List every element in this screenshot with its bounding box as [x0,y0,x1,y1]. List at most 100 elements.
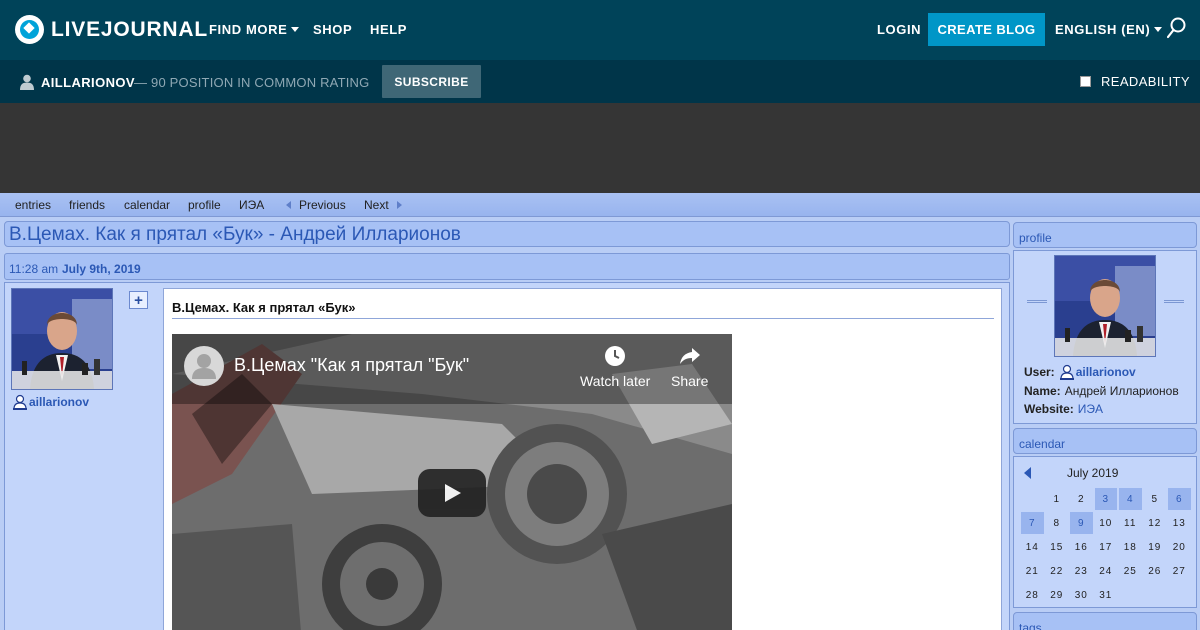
calendar-day[interactable]: 7 [1021,512,1044,534]
calendar-day: 20 [1172,541,1186,553]
entry-title-bar: В.Цемах. Как я прятал «Бук» - Андрей Илл… [4,221,1010,247]
divider [172,318,994,319]
calendar-empty-cell [1021,488,1044,510]
calendar-day: 29 [1050,589,1064,601]
calendar-day: 1 [1053,493,1061,505]
subscribe-button[interactable]: SUBSCRIBE [382,65,481,98]
readability-label: READABILITY [1101,74,1190,89]
calendar-day: 28 [1025,589,1039,601]
share-button[interactable]: Share [671,344,708,389]
calendar-day: 25 [1123,565,1137,577]
watch-later-button[interactable]: Watch later [580,344,650,389]
calendar-day[interactable]: 6 [1168,488,1191,510]
entry-time: 11:28 am [9,262,59,276]
login-link[interactable]: LOGIN [877,22,921,37]
calendar-month[interactable]: July 2019 [1067,466,1118,480]
calendar-day: 30 [1074,589,1088,601]
journal-nav-entries[interactable]: entries [15,198,51,212]
watch-later-label: Watch later [580,373,651,389]
calendar-day: 26 [1148,565,1162,577]
calendar-day: 18 [1123,541,1137,553]
lj-user-icon [1059,364,1074,380]
language-label: ENGLISH (EN) [1055,22,1151,37]
sidebar-calendar-heading: calendar [1013,428,1197,454]
share-icon [679,348,700,364]
profile-user-label: User: [1024,365,1055,379]
search-icon[interactable] [1167,17,1187,39]
calendar-day: 22 [1050,565,1064,577]
journal-nav-profile[interactable]: profile [188,198,221,212]
channel-avatar[interactable] [184,346,224,386]
add-to-memories-button[interactable]: + [129,291,148,309]
journal-user-bar: AILLARIONOV — 90 POSITION IN COMMON RATI… [0,60,1200,103]
calendar-day: 27 [1172,565,1186,577]
calendar-day[interactable]: 9 [1070,512,1093,534]
profile-name-value: Андрей Илларионов [1064,384,1179,398]
nav-help[interactable]: HELP [370,22,407,37]
ad-banner-area [0,103,1200,193]
share-label: Share [671,373,709,389]
sidebar-tags-heading: tags [1013,612,1197,630]
calendar-day: 15 [1050,541,1064,553]
journal-nav-website[interactable]: ИЭА [239,198,264,212]
entry-body: aillarionov + В.Цемах. Как я прятал «Бук… [4,282,1010,630]
profile-website-row: Website: ИЭА [1024,402,1103,416]
profile-website-link[interactable]: ИЭА [1078,402,1103,416]
chevron-down-icon [1154,27,1163,32]
arrow-left-icon [286,201,291,209]
sidebar-calendar-panel: July 2019 1 2 3 4 5 6 7 8 9 10 11 12 13 14 15 16 17 18 19 2… [1013,456,1197,608]
profile-user-link[interactable]: aillarionov [1076,365,1136,379]
sidebar-profile-heading: profile [1013,222,1197,248]
calendar-day: 17 [1099,541,1113,553]
top-navigation-bar: LIVEJOURNAL FIND MORE SHOP HELP LOGIN CR… [0,0,1200,60]
sidebar-calendar-title[interactable]: calendar [1019,437,1065,451]
chevron-down-icon [291,27,300,32]
journal-nav-bar: entries friends calendar profile ИЭА Pre… [0,193,1200,217]
previous-label: Previous [299,198,346,212]
livejournal-logo-icon [15,15,44,44]
entry-author-name: aillarionov [29,395,90,409]
calendar-prev-icon[interactable] [1024,467,1031,479]
journal-nav-friends[interactable]: friends [69,198,105,212]
entry-author[interactable]: aillarionov [12,394,89,410]
arrow-right-icon [396,201,402,209]
calendar-day: 2 [1077,493,1085,505]
livejournal-logo[interactable]: LIVEJOURNAL [15,15,208,44]
entry-title[interactable]: В.Цемах. Как я прятал «Бук» - Андрей Илл… [9,224,461,246]
calendar-day: 24 [1099,565,1113,577]
calendar-day: 21 [1025,565,1039,577]
divider [1164,300,1184,303]
profile-website-label: Website: [1024,402,1074,416]
video-title[interactable]: В.Цемах "Как я прятал "Бук" [234,355,469,376]
rating-text: — 90 POSITION IN COMMON RATING [134,75,370,90]
embedded-video[interactable]: В.Цемах "Как я прятал "Бук" Watch later … [172,334,732,630]
create-blog-button[interactable]: CREATE BLOG [928,13,1045,46]
entry-userpic[interactable] [11,288,113,390]
journal-username[interactable]: AILLARIONOV [41,75,135,90]
previous-link[interactable]: Previous [286,198,346,212]
entry-date-bar: 11:28 am July 9th, 2019 [4,253,1010,280]
calendar-day: 10 [1099,517,1113,529]
play-button[interactable] [418,469,486,517]
sidebar-tags-title[interactable]: tags [1019,621,1042,630]
next-link[interactable]: Next [364,198,402,212]
journal-nav-calendar[interactable]: calendar [124,198,170,212]
divider [1027,300,1047,303]
profile-user-row: User: aillarionov [1024,364,1140,380]
nav-find-more[interactable]: FIND MORE [209,22,300,37]
sidebar-profile-title[interactable]: profile [1019,231,1052,245]
calendar-day: 14 [1025,541,1039,553]
calendar-day[interactable]: 4 [1119,488,1142,510]
entry-date[interactable]: July 9th, 2019 [62,262,141,276]
calendar-day[interactable]: 3 [1094,488,1117,510]
readability-toggle[interactable]: READABILITY [1080,74,1190,89]
profile-userpic[interactable] [1054,255,1156,357]
calendar-grid: 1 2 3 4 5 6 7 8 9 10 11 12 13 14 15 16 17 18 19 20 21 22 23 24 2… [1020,487,1194,607]
readability-checkbox[interactable] [1080,76,1091,87]
profile-name-label: Name: [1024,384,1061,398]
profile-name-row: Name: Андрей Илларионов [1024,384,1179,398]
language-selector[interactable]: ENGLISH (EN) [1055,22,1163,37]
nav-shop[interactable]: SHOP [313,22,352,37]
calendar-day: 23 [1074,565,1088,577]
logo-text: LIVEJOURNAL [51,17,208,41]
